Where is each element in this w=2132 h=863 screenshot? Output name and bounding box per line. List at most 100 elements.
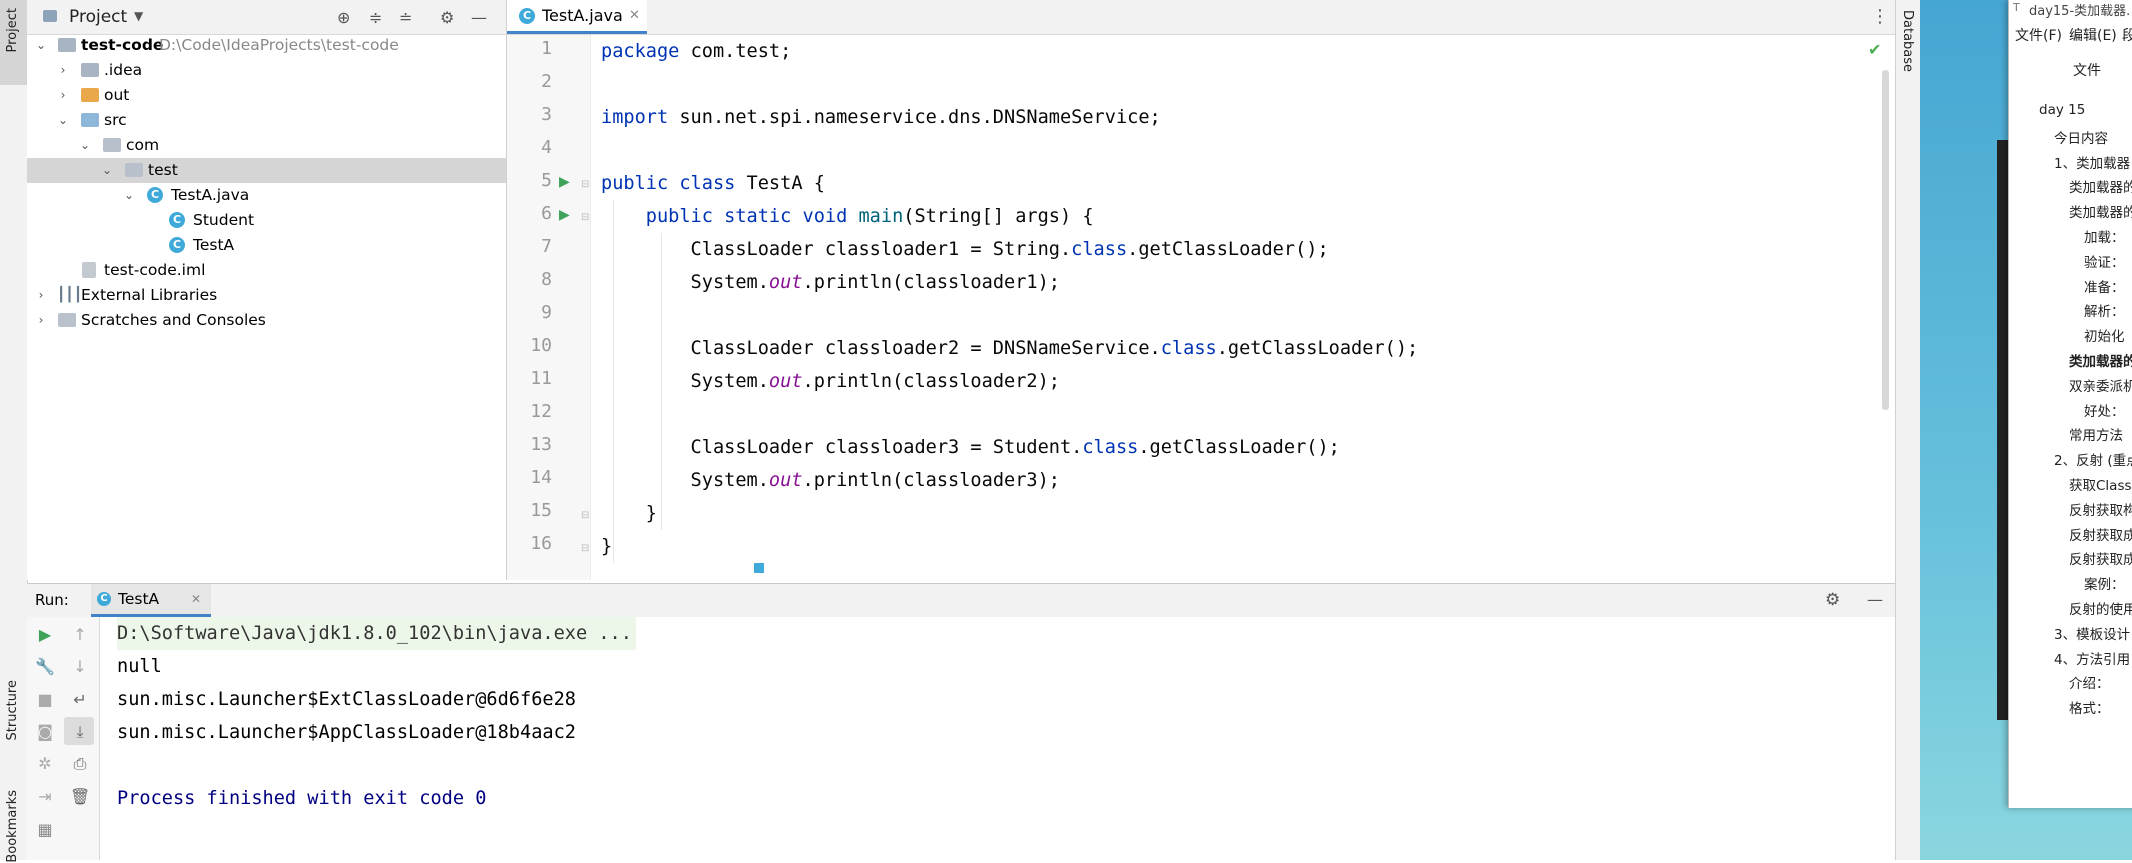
outline-item[interactable]: 初始化 bbox=[2084, 325, 2125, 345]
arrow-down-icon[interactable]: ↓ bbox=[70, 657, 90, 676]
chevron-right-icon[interactable]: › bbox=[34, 283, 48, 308]
line-number: 5 bbox=[541, 170, 552, 191]
more-options-icon[interactable]: ⋮ bbox=[1871, 6, 1889, 27]
code-line-6: public static void main(String[] args) { bbox=[645, 206, 1094, 227]
fold-icon[interactable]: ⊟ bbox=[581, 212, 589, 223]
chevron-down-icon[interactable]: ⌄ bbox=[78, 133, 92, 158]
outline-item[interactable]: 获取Class类 bbox=[2069, 474, 2132, 494]
ribbon-file[interactable]: 文件 bbox=[2073, 60, 2101, 80]
document-window[interactable]: day15-类加载器. T 文件(F) 编辑(E) 段落 文件 day 15 今日… bbox=[2008, 0, 2132, 808]
code-line-13: ClassLoader classloader3 = Student.class… bbox=[601, 437, 1340, 458]
tree-item-student[interactable]: C Student bbox=[27, 208, 506, 233]
outline-item[interactable]: 类加载器的 bbox=[2069, 201, 2132, 221]
trash-icon[interactable]: 🗑 bbox=[70, 787, 90, 806]
minimize-icon[interactable]: — bbox=[471, 8, 487, 27]
chevron-right-icon[interactable]: › bbox=[56, 83, 70, 108]
menu-edit[interactable]: 编辑(E) bbox=[2069, 25, 2117, 45]
outline-item[interactable]: 反射的使用 bbox=[2069, 598, 2132, 618]
outline-item[interactable]: 双亲委派机 bbox=[2069, 375, 2132, 395]
camera-icon[interactable]: ◙ bbox=[35, 722, 55, 741]
desktop-background: day15-类加载器. T 文件(F) 编辑(E) 段落 文件 day 15 今日… bbox=[1920, 0, 2132, 860]
tree-item-testa[interactable]: C TestA bbox=[27, 233, 506, 258]
caret-marker bbox=[754, 563, 764, 573]
outline-item[interactable]: 验证： bbox=[2084, 251, 2125, 271]
wrench-icon[interactable]: 🔧 bbox=[35, 657, 55, 676]
structure-tool-tab[interactable]: Structure bbox=[5, 680, 20, 740]
outline-item[interactable]: 反射获取成 bbox=[2069, 548, 2132, 568]
outline-item[interactable]: 解析： bbox=[2084, 300, 2125, 320]
tree-item-src[interactable]: ⌄ src bbox=[27, 108, 506, 133]
outline-item[interactable]: 3、模板设计 bbox=[2054, 623, 2130, 643]
run-tab-testa[interactable]: C TestA ✕ bbox=[91, 584, 211, 617]
app-icon: T bbox=[2013, 1, 2020, 14]
fold-icon[interactable]: ⊟ bbox=[581, 179, 589, 190]
outline-item[interactable]: 好处： bbox=[2084, 400, 2125, 420]
editor-scrollbar[interactable] bbox=[1882, 70, 1889, 410]
tree-item-external-libraries[interactable]: › ┃┃┃ External Libraries bbox=[27, 283, 506, 308]
close-icon[interactable]: ✕ bbox=[629, 0, 640, 32]
tree-item-scratches[interactable]: › Scratches and Consoles bbox=[27, 308, 506, 333]
menu-paragraph[interactable]: 段落 bbox=[2122, 25, 2132, 45]
project-panel-title[interactable]: Project bbox=[69, 7, 127, 27]
debug-icon[interactable]: ✲ bbox=[35, 754, 55, 773]
print-icon[interactable]: ⎙ bbox=[70, 754, 90, 774]
tree-item-idea[interactable]: › .idea bbox=[27, 58, 506, 83]
tree-item-iml[interactable]: test-code.iml bbox=[27, 258, 506, 283]
outline-item[interactable]: 今日内容 bbox=[2054, 127, 2108, 147]
chevron-down-icon[interactable]: ⌄ bbox=[122, 183, 136, 208]
locate-icon[interactable]: ⊕ bbox=[337, 8, 350, 27]
project-tool-tab[interactable]: Project bbox=[5, 8, 20, 52]
chevron-down-icon[interactable]: ⌄ bbox=[56, 108, 70, 133]
outline-item[interactable]: 1、类加载器 bbox=[2054, 152, 2130, 172]
tree-item-testa-java[interactable]: ⌄ C TestA.java bbox=[27, 183, 506, 208]
expand-all-icon[interactable]: ≑ bbox=[369, 8, 382, 27]
stop-icon[interactable]: ■ bbox=[35, 690, 55, 709]
close-icon[interactable]: ✕ bbox=[191, 592, 201, 606]
code-editor[interactable]: package com.test; import sun.net.spi.nam… bbox=[601, 35, 1881, 580]
database-tool-tab[interactable]: Database bbox=[1900, 10, 1915, 72]
outline-item[interactable]: 反射获取构 bbox=[2069, 499, 2132, 519]
chevron-right-icon[interactable]: › bbox=[56, 58, 70, 83]
soft-wrap-icon[interactable]: ↵ bbox=[70, 690, 90, 709]
collapse-all-icon[interactable]: ≐ bbox=[399, 8, 412, 27]
outline-item[interactable]: 类加载器的 bbox=[2069, 176, 2132, 196]
fold-end-icon[interactable]: ⊟ bbox=[581, 543, 589, 554]
outline-item[interactable]: 案例： bbox=[2084, 573, 2125, 593]
console-output[interactable]: D:\Software\Java\jdk1.8.0_102\bin\java.e… bbox=[100, 617, 1895, 860]
menu-file[interactable]: 文件(F) bbox=[2015, 25, 2062, 45]
tree-item-out[interactable]: › out bbox=[27, 83, 506, 108]
layout-icon[interactable]: ▦ bbox=[35, 820, 55, 839]
exit-icon[interactable]: ⇥ bbox=[35, 787, 55, 806]
outline-item[interactable]: 介绍： bbox=[2069, 672, 2110, 692]
outline-item[interactable]: 4、方法引用 bbox=[2054, 648, 2130, 668]
chevron-down-icon[interactable]: ▼ bbox=[134, 9, 143, 23]
iml-file-icon bbox=[82, 262, 96, 278]
gear-icon[interactable]: ⚙ bbox=[1825, 590, 1840, 610]
outline-item[interactable]: 加载： bbox=[2084, 226, 2125, 246]
outline-item[interactable]: 反射获取成 bbox=[2069, 524, 2132, 544]
chevron-down-icon[interactable]: ⌄ bbox=[100, 158, 114, 183]
editor-tab-testa-java[interactable]: C TestA.java ✕ bbox=[507, 0, 647, 34]
tree-item-test-code[interactable]: ⌄ test-code D:\Code\IdeaProjects\test-co… bbox=[27, 33, 506, 58]
outline-item[interactable]: 类加载器的 bbox=[2069, 350, 2132, 370]
outline-item[interactable]: 格式： bbox=[2069, 697, 2110, 717]
code-line-16: } bbox=[601, 536, 613, 557]
rerun-icon[interactable]: ▶ bbox=[35, 625, 55, 644]
outline-item[interactable]: day 15 bbox=[2039, 102, 2085, 118]
outline-item[interactable]: 准备： bbox=[2084, 276, 2125, 296]
chevron-down-icon[interactable]: ⌄ bbox=[34, 33, 48, 58]
minimize-icon[interactable]: — bbox=[1867, 590, 1883, 609]
outline-item[interactable]: 常用方法 bbox=[2069, 424, 2123, 444]
run-main-icon[interactable]: ▶ bbox=[559, 207, 570, 223]
outline-item[interactable]: 2、反射 (重点 bbox=[2054, 449, 2132, 469]
tree-item-test[interactable]: ⌄ test bbox=[27, 158, 506, 183]
chevron-right-icon[interactable]: › bbox=[34, 308, 48, 333]
fold-end-icon[interactable]: ⊟ bbox=[581, 510, 589, 521]
run-class-icon[interactable]: ▶ bbox=[559, 174, 570, 190]
tree-item-com[interactable]: ⌄ com bbox=[27, 133, 506, 158]
arrow-up-icon[interactable]: ↑ bbox=[70, 625, 90, 644]
no-problems-check-icon[interactable]: ✔ bbox=[1868, 40, 1881, 59]
gear-icon[interactable]: ⚙ bbox=[440, 8, 454, 27]
scroll-to-end-icon[interactable]: ⤓ bbox=[70, 722, 90, 742]
bookmarks-tool-tab[interactable]: Bookmarks bbox=[5, 790, 20, 863]
